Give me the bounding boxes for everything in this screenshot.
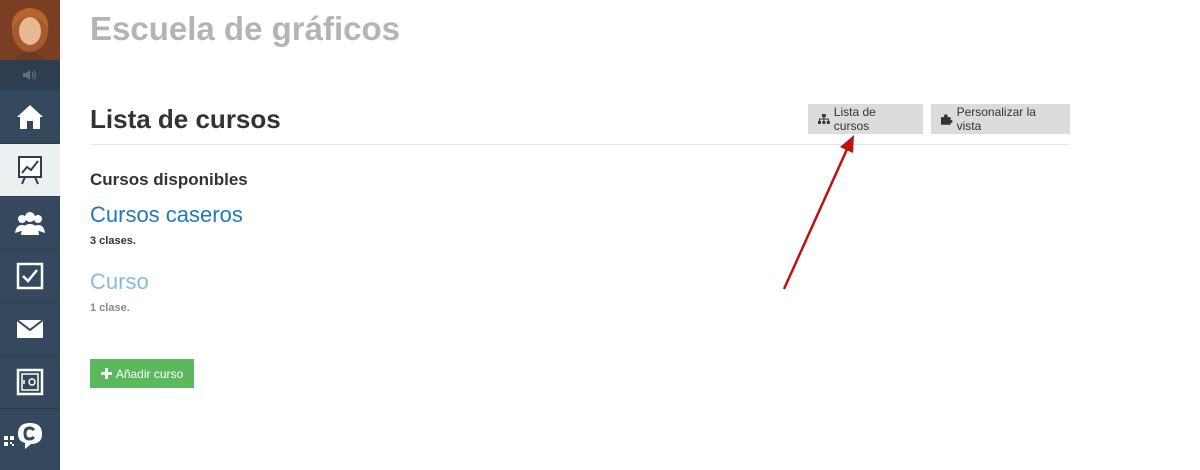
course-link[interactable]: Cursos caseros xyxy=(90,202,243,228)
course-meta: 3 clases. xyxy=(90,235,136,247)
mail-icon xyxy=(16,319,44,338)
plus-icon xyxy=(100,368,112,379)
section-title: Cursos disponibles xyxy=(90,170,248,189)
sidebar-item-messages[interactable] xyxy=(0,303,60,356)
sidebar xyxy=(0,0,60,470)
course-list-button-label: Lista de cursos xyxy=(833,105,876,133)
course-list-button[interactable]: Lista de cursos xyxy=(808,104,923,134)
course-meta: 1 clase. xyxy=(90,302,130,314)
customize-view-button-label: Personalizar la vista xyxy=(956,105,1036,133)
customize-view-button[interactable]: Personalizar la vista xyxy=(931,104,1070,134)
home-icon xyxy=(17,105,43,129)
puzzle-icon xyxy=(941,113,953,125)
sidebar-item-tasks[interactable] xyxy=(0,250,60,303)
add-course-button[interactable]: Añadir curso xyxy=(90,359,194,388)
chart-board-icon xyxy=(18,156,42,185)
sidebar-item-users[interactable] xyxy=(0,197,60,250)
users-icon xyxy=(15,212,45,235)
sidebar-item-home[interactable] xyxy=(0,91,60,144)
avatar[interactable] xyxy=(0,0,60,60)
chat-c-icon xyxy=(18,422,42,449)
sidebar-item-safe[interactable] xyxy=(0,356,60,409)
page-title: Lista de cursos xyxy=(90,104,281,134)
safe-icon xyxy=(16,368,44,396)
sound-toggle[interactable] xyxy=(0,60,60,90)
add-course-button-label: Añadir curso xyxy=(115,366,184,381)
checkbox-icon xyxy=(16,262,44,290)
sidebar-item-courses[interactable] xyxy=(0,144,60,197)
annotation-arrow xyxy=(782,135,854,290)
qr-code-icon[interactable] xyxy=(4,436,14,446)
course-link[interactable]: Curso xyxy=(90,269,149,295)
sitemap-icon xyxy=(818,114,830,124)
app-title: Escuela de gráficos xyxy=(90,10,400,47)
speaker-icon xyxy=(23,70,37,80)
header-divider xyxy=(90,144,1070,145)
